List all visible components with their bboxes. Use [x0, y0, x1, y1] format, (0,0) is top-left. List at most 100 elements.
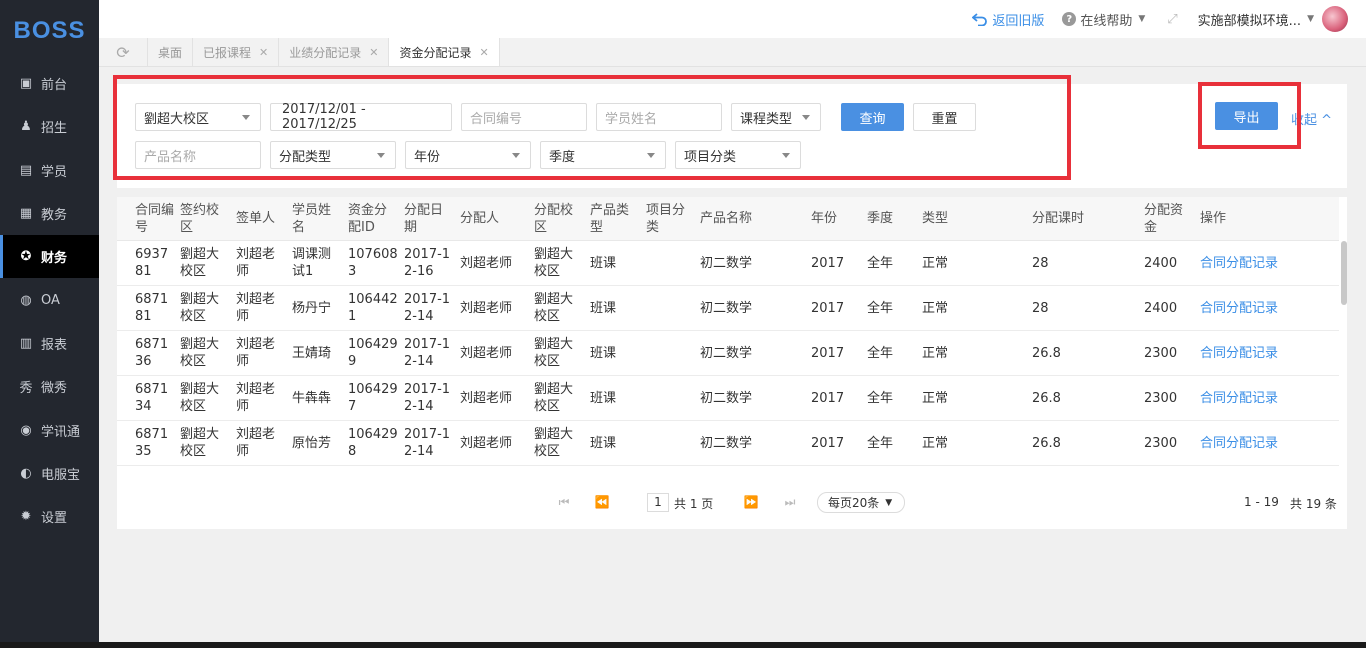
table-cell: 1064297	[348, 382, 398, 414]
online-help-menu[interactable]: ? 在线帮助 ▼	[1062, 10, 1145, 29]
fullscreen-icon[interactable]: ⤢	[1167, 12, 1177, 27]
sidebar-item-3[interactable]: ▦ 教务	[0, 192, 99, 235]
table-cell: 刘超老师	[236, 337, 276, 369]
column-header: 季度	[867, 211, 894, 226]
location-icon: ◉	[20, 422, 32, 438]
sidebar-item-label: 教务	[41, 208, 68, 224]
table-cell: 26.8	[1032, 436, 1061, 451]
table-cell: 2017-12-16	[404, 247, 451, 279]
table-cell: 刘超老师	[236, 247, 276, 279]
column-header: 项目分类	[646, 203, 686, 235]
first-page-icon[interactable]: ⏮	[551, 492, 577, 512]
table-cell: 687135	[135, 427, 169, 459]
table-cell: 2017	[811, 391, 845, 406]
table-cell: 刘超老师	[236, 292, 276, 324]
table-cell: 调课测试1	[292, 247, 332, 279]
table-cell: 2300	[1144, 391, 1178, 406]
table-cell: 正常	[922, 346, 949, 361]
table-cell: 劉超大校区	[180, 292, 220, 324]
back-label: 返回旧版	[992, 13, 1045, 29]
table-cell: 正常	[922, 436, 949, 451]
table-cell: 刘超老师	[460, 346, 513, 361]
close-icon[interactable]: ✕	[480, 46, 489, 59]
tab-label: 业绩分配记录	[289, 45, 362, 60]
contract-allocation-link[interactable]: 合同分配记录	[1200, 390, 1320, 407]
contract-allocation-link[interactable]: 合同分配记录	[1200, 345, 1320, 362]
close-icon[interactable]: ✕	[259, 46, 268, 59]
table-cell: 初二数学	[700, 436, 753, 451]
table-cell: 刘超老师	[460, 436, 513, 451]
help-label: 在线帮助	[1080, 13, 1133, 29]
vertical-scrollbar[interactable]	[1341, 241, 1347, 305]
contract-allocation-link[interactable]: 合同分配记录	[1200, 435, 1320, 452]
refresh-icon[interactable]: ⟳	[99, 38, 148, 66]
table-cell: 班课	[590, 391, 617, 406]
tab-0[interactable]: 桌面	[148, 38, 194, 66]
table-cell: 2017-12-14	[404, 292, 451, 324]
id-card-icon: ▤	[19, 162, 33, 178]
column-header: 签单人	[236, 211, 276, 226]
table-cell: 初二数学	[700, 256, 753, 271]
table-cell: 初二数学	[700, 346, 753, 361]
chevron-down-icon: ▼	[1138, 14, 1146, 24]
sidebar-item-4[interactable]: ✪ 财务	[0, 235, 99, 279]
page-size-select[interactable]: 每页20条 ▼	[817, 492, 905, 513]
sidebar-item-label: 学员	[41, 164, 68, 180]
sidebar-item-5[interactable]: ◍ OA	[0, 278, 99, 321]
table-cell: 2017	[811, 256, 845, 271]
taskbar	[0, 642, 1366, 648]
show-icon: 秀	[19, 381, 33, 397]
contract-allocation-link[interactable]: 合同分配记录	[1200, 255, 1320, 272]
last-page-icon[interactable]: ⏭	[777, 492, 803, 512]
table-cell: 全年	[867, 256, 894, 271]
tab-1[interactable]: 已报课程 ✕	[193, 38, 280, 66]
top-bar: 返回旧版 ? 在线帮助 ▼ ⤢ 实施部模拟环境... ▼	[99, 0, 1366, 38]
table-cell: 劉超大校区	[534, 337, 574, 369]
table-cell: 刘超老师	[236, 382, 276, 414]
sidebar-item-6[interactable]: ▥ 报表	[0, 322, 99, 365]
sidebar-item-label: 报表	[41, 337, 68, 353]
next-page-icon[interactable]: ⏩	[738, 492, 764, 512]
pagination: ⏮ ⏪ 1 共 1 页 ⏩ ⏭ 每页20条 ▼ 1 - 19 共 19 条	[117, 480, 1347, 529]
page-number-input[interactable]: 1	[647, 493, 669, 512]
chat-icon: ◍	[20, 292, 32, 308]
sidebar-item-8[interactable]: ◉ 学讯通	[0, 408, 99, 451]
sidebar-item-1[interactable]: ♟ 招生	[0, 105, 99, 148]
table-cell: 1064299	[348, 337, 398, 369]
phone-icon: ◐	[20, 465, 32, 481]
table-cell: 2400	[1144, 301, 1178, 316]
table-cell: 全年	[867, 436, 894, 451]
table-cell: 劉超大校区	[180, 247, 220, 279]
table-cell: 2400	[1144, 256, 1178, 271]
close-icon[interactable]: ✕	[369, 46, 378, 59]
help-icon: ?	[1062, 12, 1077, 26]
page-size-value: 每页20条	[828, 496, 880, 510]
column-header: 分配人	[460, 211, 500, 226]
contract-allocation-link[interactable]: 合同分配记录	[1200, 300, 1320, 317]
sidebar-item-label: 电服宝	[41, 467, 81, 483]
back-to-old-version-link[interactable]: 返回旧版	[972, 10, 1044, 29]
table-header: 合同编号 签约校区 签单人 学员姓名 资金分配ID 分配日期 分配人 分配校区 产品类型 项目分类…	[117, 197, 1339, 241]
table-cell: 正常	[922, 301, 949, 316]
gear-icon: ✹	[20, 509, 32, 525]
sidebar-item-10[interactable]: ✹ 设置	[0, 495, 99, 538]
sidebar-item-9[interactable]: ◐ 电服宝	[0, 452, 99, 495]
table-cell: 全年	[867, 391, 894, 406]
sidebar-item-0[interactable]: ▣ 前台	[0, 62, 99, 105]
column-header: 年份	[811, 211, 838, 226]
chevron-down-icon: ▼	[1307, 14, 1314, 24]
sidebar-item-2[interactable]: ▤ 学员	[0, 149, 99, 192]
user-menu[interactable]: 实施部模拟环境... ▼	[1198, 6, 1348, 32]
table-cell: 2017	[811, 436, 845, 451]
tab-3[interactable]: 资金分配记录 ✕	[389, 38, 500, 66]
sidebar-item-label: 前台	[41, 78, 68, 94]
tab-label: 桌面	[158, 45, 183, 60]
prev-page-icon[interactable]: ⏪	[589, 492, 615, 512]
table-cell: 687181	[135, 292, 169, 324]
tab-2[interactable]: 业绩分配记录 ✕	[279, 38, 390, 66]
table-cell: 初二数学	[700, 391, 753, 406]
avatar[interactable]	[1322, 6, 1348, 32]
undo-icon	[972, 13, 988, 26]
sidebar-item-7[interactable]: 秀微秀	[0, 365, 99, 408]
highlight-box-export	[1198, 82, 1301, 149]
